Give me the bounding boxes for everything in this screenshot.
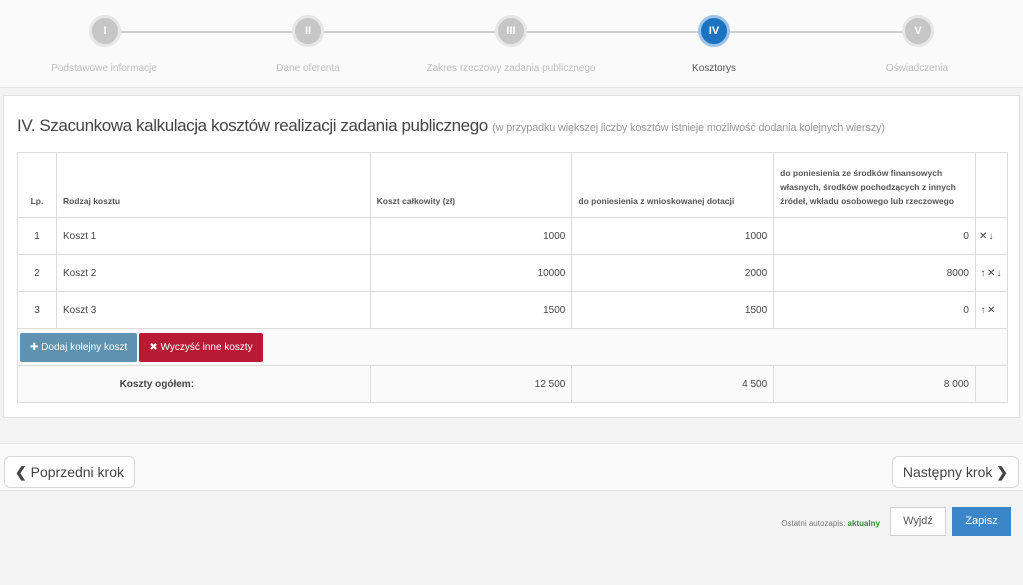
grant-cost-input[interactable]: 1000 — [571, 217, 775, 255]
panel-title-note: (w przypadku większej liczby kosztów ist… — [492, 122, 885, 134]
step-3-circle[interactable]: III — [495, 15, 527, 47]
previous-step-button[interactable]: ❮ Poprzedni krok — [4, 456, 136, 488]
step-2-label[interactable]: Dane oferenta — [208, 63, 408, 74]
exit-button[interactable]: Wyjdź — [890, 507, 946, 536]
previous-step-label: Poprzedni krok — [30, 464, 125, 480]
step-5-circle[interactable]: V — [902, 15, 934, 47]
grant-cost-input[interactable]: 1500 — [571, 291, 775, 329]
sum-grant-cost: 4 500 — [571, 365, 775, 403]
table-row: 3 Koszt 3 1500 1500 0 ↑ ✕ — [17, 291, 1009, 329]
header-lp: Lp. — [17, 152, 57, 218]
row-lp: 2 — [17, 254, 57, 292]
sum-total-cost: 12 500 — [369, 365, 573, 403]
autosave-status: Ostatni autozapis: aktualny — [781, 519, 880, 528]
x-icon: ✖ — [149, 341, 158, 353]
row-actions: ↑ ✕ — [974, 291, 1009, 329]
step-5-label[interactable]: Oświadczenia — [817, 63, 1017, 74]
row-lp: 3 — [17, 291, 57, 329]
header-grant-cost: do poniesienia z wnioskowanej dotacji — [571, 152, 775, 218]
step-2-circle[interactable]: II — [292, 15, 324, 47]
own-cost-input[interactable]: 8000 — [773, 254, 976, 292]
cost-estimate-panel: IV. Szacunkowa kalkulacja kosztów realiz… — [3, 95, 1020, 418]
row-actions: ✕↓ — [974, 217, 1009, 255]
total-label: Koszty ogółem: — [17, 365, 371, 403]
arrow-up-icon[interactable]: ↑ — [979, 268, 987, 279]
arrow-up-icon[interactable]: ↑ — [979, 305, 987, 316]
table-buttons-row: ✚ Dodaj kolejny koszt ✖ Wyczyść inne kos… — [17, 328, 1008, 366]
delete-row-icon[interactable]: ✕ — [987, 305, 995, 316]
autosave-label: Ostatni autozapis: — [781, 519, 846, 528]
next-step-button[interactable]: Następny krok ❯ — [891, 456, 1019, 488]
header-own-cost: do poniesienia ze środków finansowych wł… — [773, 152, 976, 218]
total-row: Koszty ogółem: 12 500 4 500 8 000 — [17, 365, 1009, 403]
header-total-cost: Koszt całkowity (zł) — [369, 152, 573, 218]
cost-name-input[interactable]: Koszt 3 — [55, 291, 371, 329]
clear-other-costs-button[interactable]: ✖ Wyczyść inne koszty — [139, 332, 263, 362]
table-header-row: Lp. Rodzaj kosztu Koszt całkowity (zł) d… — [17, 152, 1009, 218]
own-cost-input[interactable]: 0 — [773, 291, 976, 329]
save-button[interactable]: Zapisz — [952, 507, 1011, 536]
step-4-label[interactable]: Kosztorys — [614, 63, 814, 74]
step-1-circle[interactable]: I — [89, 15, 121, 47]
add-cost-label: Dodaj kolejny koszt — [41, 341, 128, 353]
cost-name-input[interactable]: Koszt 1 — [55, 217, 371, 255]
delete-row-icon[interactable]: ✕ — [987, 268, 995, 279]
wizard-stepper: I Podstawowe informacje II Dane oferenta… — [0, 0, 1023, 88]
clear-costs-label: Wyczyść inne koszty — [160, 341, 253, 353]
step-navigation-bar: ❮ Poprzedni krok Następny krok ❯ — [0, 443, 1023, 491]
autosave-value: aktualny — [847, 519, 880, 528]
row-lp: 1 — [17, 217, 57, 255]
panel-title-main: IV. Szacunkowa kalkulacja kosztów realiz… — [17, 116, 488, 135]
cost-table: Lp. Rodzaj kosztu Koszt całkowity (zł) d… — [17, 152, 1009, 403]
footer-bar: Ostatni autozapis: aktualny Wyjdź Zapisz — [0, 492, 1023, 554]
table-row: 1 Koszt 1 1000 1000 0 ✕↓ — [17, 217, 1009, 255]
step-3-label[interactable]: Zakres rzeczowy zadania publicznego — [411, 63, 611, 74]
arrow-down-icon[interactable]: ↓ — [987, 231, 995, 242]
row-actions: ↑ ✕↓ — [974, 254, 1009, 292]
next-step-label: Następny krok — [902, 464, 993, 480]
arrow-down-icon[interactable]: ↓ — [995, 268, 1003, 279]
sum-own-cost: 8 000 — [773, 365, 976, 403]
sum-actions-empty — [974, 365, 1009, 403]
chevron-left-icon: ❮ — [15, 464, 27, 480]
total-cost-input[interactable]: 10000 — [369, 254, 573, 292]
add-cost-button[interactable]: ✚ Dodaj kolejny koszt — [20, 332, 138, 362]
total-cost-input[interactable]: 1000 — [369, 217, 573, 255]
grant-cost-input[interactable]: 2000 — [571, 254, 775, 292]
header-cost-type: Rodzaj kosztu — [55, 152, 371, 218]
step-1-label[interactable]: Podstawowe informacje — [4, 63, 204, 74]
total-cost-input[interactable]: 1500 — [369, 291, 573, 329]
cost-name-input[interactable]: Koszt 2 — [55, 254, 371, 292]
table-buttons-cell: ✚ Dodaj kolejny koszt ✖ Wyczyść inne kos… — [17, 328, 1008, 366]
chevron-right-icon: ❯ — [996, 464, 1008, 480]
header-actions — [974, 152, 1009, 218]
step-4-circle[interactable]: IV — [698, 15, 730, 47]
plus-icon: ✚ — [30, 341, 39, 353]
own-cost-input[interactable]: 0 — [773, 217, 976, 255]
panel-title: IV. Szacunkowa kalkulacja kosztów realiz… — [17, 116, 885, 136]
delete-row-icon[interactable]: ✕ — [979, 231, 987, 242]
table-row: 2 Koszt 2 10000 2000 8000 ↑ ✕↓ — [17, 254, 1009, 292]
